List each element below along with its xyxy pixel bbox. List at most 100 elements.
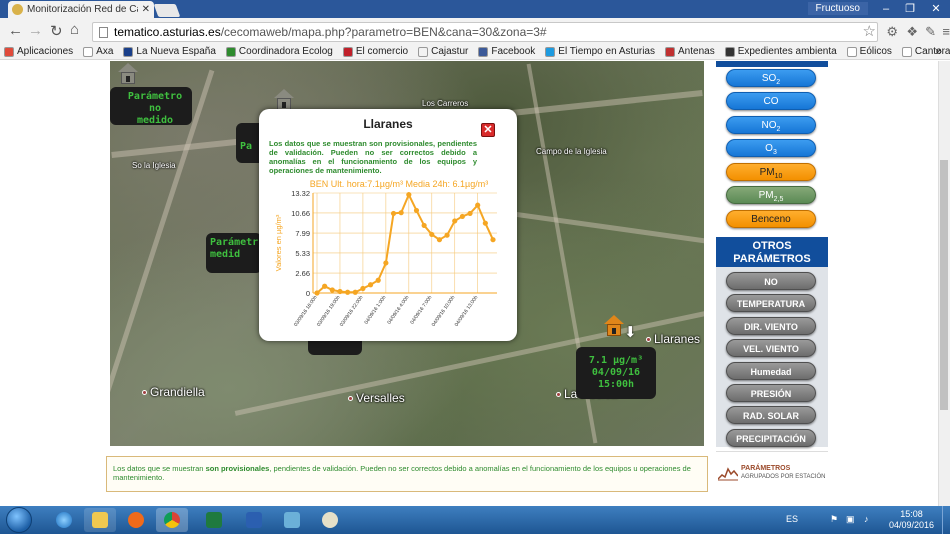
action-center-flag-icon[interactable]: ⚑ xyxy=(830,514,838,525)
pollutant-button[interactable]: O3 xyxy=(726,139,816,157)
chart-data-point xyxy=(421,222,427,229)
y-tick-label: 2.66 xyxy=(295,269,310,278)
chart-data-point xyxy=(375,277,381,283)
show-desktop-button[interactable] xyxy=(942,506,950,534)
bookmark-item[interactable]: El Tiempo en Asturias xyxy=(545,46,655,57)
popup-close-button[interactable]: ✕ xyxy=(481,123,495,137)
chart-data-point xyxy=(429,231,435,238)
popup-note: Los datos que se muestran son provisiona… xyxy=(269,139,477,175)
browser-tab[interactable]: Monitorización Red de Ca ✕ xyxy=(8,1,154,18)
extension-icon[interactable]: ❖ xyxy=(906,24,918,40)
chart-data-point xyxy=(390,210,397,217)
chart-data-point xyxy=(406,192,412,198)
forward-icon[interactable]: → xyxy=(28,22,43,39)
pollutant-button[interactable]: PM10 xyxy=(726,163,816,181)
bookmark-item[interactable]: Facebook xyxy=(478,46,535,57)
minimize-icon[interactable]: – xyxy=(874,0,898,18)
bookmark-item[interactable]: Eólicos xyxy=(846,46,892,57)
bookmark-item[interactable]: Axa xyxy=(83,46,113,57)
map-label-grandiella: Grandiella xyxy=(142,385,205,399)
station-marker-icon[interactable] xyxy=(274,89,294,111)
x-tick-label: 04/09/16 4:00h xyxy=(386,295,410,326)
chart-data-point xyxy=(467,210,473,217)
taskbar-word-icon[interactable] xyxy=(238,508,270,532)
tab-close-icon[interactable]: ✕ xyxy=(142,4,150,15)
new-tab-button[interactable] xyxy=(153,4,181,17)
otros-parameter-button[interactable]: PRESIÓN xyxy=(726,384,816,402)
restore-icon[interactable]: ❐ xyxy=(898,0,922,18)
language-indicator[interactable]: ES xyxy=(786,514,798,524)
taskbar-chrome-icon[interactable] xyxy=(156,508,188,532)
taskbar-ie-icon[interactable] xyxy=(48,508,80,532)
menu-icon[interactable]: ≡ xyxy=(942,24,950,39)
bookmark-label: Antenas xyxy=(678,46,715,57)
station-infobox[interactable]: Parámetr medid xyxy=(206,233,262,273)
taskbar-explorer-icon[interactable] xyxy=(84,508,116,532)
place-marker-icon xyxy=(556,392,561,398)
network-icon[interactable]: ▣ xyxy=(846,514,855,525)
volume-icon[interactable]: ♪ xyxy=(864,514,869,524)
url-path: /cecomaweb/mapa.php?parametro=BEN&cana=3… xyxy=(220,25,547,39)
pollutant-button[interactable]: PM2,5 xyxy=(726,186,816,204)
otros-parameter-button[interactable]: DIR. VIENTO xyxy=(726,316,816,335)
bookmark-label: La Nueva España xyxy=(136,46,216,57)
otros-parameter-button[interactable]: RAD. SOLAR xyxy=(726,406,816,425)
otros-parameter-button[interactable]: VEL. VIENTO xyxy=(726,339,816,358)
user-profile-button[interactable]: Fructuoso xyxy=(807,2,868,15)
bookmark-item[interactable]: Canteras Asturias xyxy=(901,46,950,57)
tab-title: Monitorización Red de Ca xyxy=(27,4,138,15)
taskbar-excel-icon[interactable] xyxy=(198,508,230,532)
chart-data-point xyxy=(322,283,328,289)
station-infobox[interactable]: Parámetro no medido xyxy=(110,87,192,126)
otros-parameter-button[interactable]: NO xyxy=(726,272,816,290)
extension-icon[interactable]: ⚙ xyxy=(886,24,898,40)
scrollbar-thumb[interactable] xyxy=(940,160,948,410)
reload-icon[interactable]: ↻ xyxy=(50,22,63,40)
bookmark-item[interactable]: La Nueva España xyxy=(123,46,216,57)
bookmark-icon xyxy=(83,46,94,57)
bookmark-item[interactable]: Expedientes ambienta xyxy=(724,46,837,57)
otros-parameter-button[interactable]: PRECIPITACIÓN xyxy=(726,428,816,447)
bookmark-label: Axa xyxy=(96,46,114,57)
pollutant-button[interactable]: SO2 xyxy=(726,69,816,87)
bookmark-item[interactable]: El comercio xyxy=(342,46,408,57)
pollutant-button[interactable]: NO2 xyxy=(726,116,816,134)
bookmark-star-icon[interactable]: ☆ xyxy=(863,22,876,40)
map-label: So la Iglesia xyxy=(132,161,176,170)
address-bar[interactable]: tematico.asturias.es /cecomaweb/mapa.php… xyxy=(92,22,878,42)
chart-data-point xyxy=(490,237,496,243)
chart-data-point xyxy=(413,207,420,214)
station-marker-llaranes-icon[interactable] xyxy=(604,315,624,337)
windows-start-button[interactable] xyxy=(6,507,32,533)
bookmark-label: Expedientes ambienta xyxy=(737,46,837,57)
popup-title: Llaranes xyxy=(363,117,413,131)
bookmark-label: Facebook xyxy=(491,46,536,57)
bookmarks-overflow-button[interactable]: » xyxy=(935,44,942,58)
pen-icon[interactable]: ✎ xyxy=(925,24,936,40)
back-icon[interactable]: ← xyxy=(8,22,23,39)
taskbar-media-player-icon[interactable] xyxy=(120,508,152,532)
taskbar-photo-viewer-icon[interactable] xyxy=(276,508,308,532)
parametros-agrupados-link[interactable]: PARÁMETROS AGRUPADOS POR ESTACIÓN xyxy=(718,462,828,484)
otros-parameter-button[interactable]: Humedad xyxy=(726,361,816,380)
window-close-icon[interactable]: ✕ xyxy=(924,0,948,18)
pollutant-subscript: 10 xyxy=(774,173,783,180)
station-marker-icon[interactable] xyxy=(118,63,138,85)
bookmark-item[interactable]: Coordinadora Ecolog xyxy=(225,46,333,57)
page-icon xyxy=(99,26,108,38)
y-axis-label: Valores en µg/m³ xyxy=(274,214,283,271)
pollutant-label: Benceno xyxy=(751,214,791,225)
pollutant-button[interactable]: CO xyxy=(726,92,816,110)
bookmark-item[interactable]: Cajastur xyxy=(418,46,468,57)
otros-parameter-button[interactable]: TEMPERATURA xyxy=(726,294,816,313)
pollutant-button[interactable]: Benceno xyxy=(726,210,816,228)
y-tick-label: 0 xyxy=(306,289,310,298)
bookmark-item[interactable]: Aplicaciones xyxy=(4,46,73,57)
chart-data-point xyxy=(367,282,374,288)
station-infobox-llaranes[interactable]: 7.1 µg/m³ 04/09/16 15:00h xyxy=(576,347,656,399)
system-clock[interactable]: 15:08 04/09/2016 xyxy=(889,509,934,531)
home-icon[interactable]: ⌂ xyxy=(70,21,79,38)
taskbar-paint-icon[interactable] xyxy=(314,508,346,532)
bookmark-item[interactable]: Antenas xyxy=(665,46,715,57)
chart-data-point xyxy=(482,220,488,226)
